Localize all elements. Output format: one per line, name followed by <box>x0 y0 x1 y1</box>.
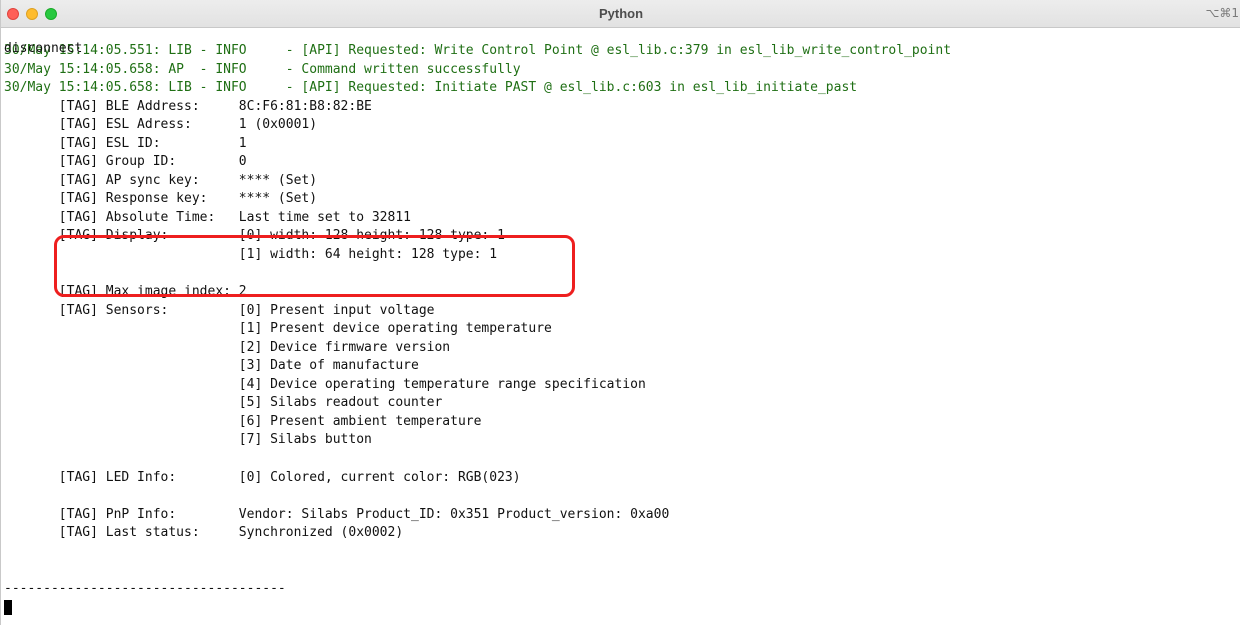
tag-line-esl-address: [TAG] ESL Adress: 1 (0x0001) <box>4 117 318 133</box>
tag-line-sensor-6: [6] Present ambient temperature <box>4 413 482 429</box>
tag-line-absolute-time: [TAG] Absolute Time: Last time set to 32… <box>4 209 411 225</box>
tag-line-ble-address: [TAG] BLE Address: 8C:F6:81:B8:82:BE <box>4 98 372 114</box>
terminal-window: Python ⌥⌘1 disconnect 30/May 15:14:05.55… <box>0 0 1240 625</box>
tag-line-led-info: [TAG] LED Info: [0] Colored, current col… <box>4 469 521 485</box>
tag-line-sensor-0: [TAG] Sensors: [0] Present input voltage <box>4 302 435 318</box>
log-line-3: 30/May 15:14:05.658: LIB - INFO - [API] … <box>4 80 858 96</box>
separator-line: ------------------------------------ <box>4 580 286 596</box>
window-shortcut: ⌥⌘1 <box>1205 6 1239 20</box>
tag-line-sensor-7: [7] Silabs button <box>4 432 372 448</box>
terminal-output[interactable]: disconnect 30/May 15:14:05.551: LIB - IN… <box>4 42 1238 622</box>
terminal-line-disconnect: disconnect <box>4 42 83 56</box>
log-line-1: 30/May 15:14:05.551: LIB - INFO - [API] … <box>4 43 952 58</box>
tag-line-group-id: [TAG] Group ID: 0 <box>4 154 247 170</box>
tag-line-ap-sync-key: [TAG] AP sync key: **** (Set) <box>4 172 318 188</box>
tag-line-esl-id: [TAG] ESL ID: 1 <box>4 135 247 151</box>
tag-line-sensor-2: [2] Device firmware version <box>4 339 451 355</box>
tag-line-sensor-1: [1] Present device operating temperature <box>4 321 552 337</box>
window-title: Python <box>598 6 644 21</box>
tag-line-sensor-4: [4] Device operating temperature range s… <box>4 376 646 392</box>
title-bar[interactable]: Python ⌥⌘1 <box>1 0 1240 28</box>
log-line-2: 30/May 15:14:05.658: AP - INFO - Command… <box>4 61 521 77</box>
tag-line-sensor-3: [3] Date of manufacture <box>4 358 419 374</box>
tag-line-display-1: [1] width: 64 height: 128 type: 1 <box>4 247 498 263</box>
tag-line-response-key: [TAG] Response key: **** (Set) <box>4 191 318 207</box>
tag-line-last-status: [TAG] Last status: Synchronized (0x0002) <box>4 525 404 541</box>
tag-line-max-image-index: [TAG] Max image index: 2 <box>4 284 247 300</box>
tag-line-pnp-info: [TAG] PnP Info: Vendor: Silabs Product_I… <box>4 506 670 522</box>
tag-line-display-0: [TAG] Display: [0] width: 128 height: 12… <box>4 228 505 244</box>
text-cursor <box>4 600 12 616</box>
tag-line-sensor-5: [5] Silabs readout counter <box>4 395 443 411</box>
prompt-line[interactable] <box>4 598 1238 617</box>
